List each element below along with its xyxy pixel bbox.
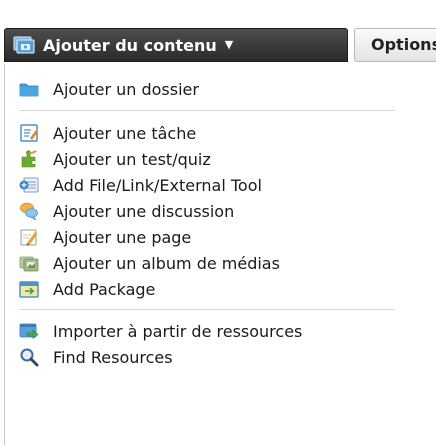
menu-item-find-resources[interactable]: Find Resources (5, 343, 435, 371)
menu-item-add-quiz[interactable]: Ajouter un test/quiz (5, 145, 435, 173)
menu-divider (19, 110, 395, 111)
assignment-icon (19, 123, 39, 143)
media-album-icon (19, 253, 39, 273)
menu-item-label: Add Package (53, 279, 156, 299)
page-edit-icon (19, 227, 39, 247)
menu-item-label: Find Resources (53, 347, 173, 367)
menu-item-label: Ajouter un test/quiz (53, 149, 211, 169)
menu-item-label: Ajouter un dossier (53, 79, 199, 99)
menu-item-label: Ajouter un album de médias (53, 253, 280, 273)
add-content-menu: Ajouter un dossier Ajouter une tâche Ajo… (4, 64, 436, 445)
quiz-puzzle-icon (19, 149, 39, 169)
menu-item-label: Importer à partir de ressources (53, 321, 303, 341)
folder-icon (19, 79, 39, 99)
page: Ajouter du contenu ▼ Options Ajouter un … (0, 0, 436, 445)
menu-item-import-resources[interactable]: Importer à partir de ressources (5, 317, 435, 345)
add-content-icon (13, 34, 35, 56)
chevron-down-icon: ▼ (224, 37, 234, 51)
menu-item-add-assignment[interactable]: Ajouter une tâche (5, 119, 435, 147)
magnifier-icon (19, 347, 39, 367)
menu-item-label: Add File/Link/External Tool (53, 175, 262, 195)
add-content-button[interactable]: Ajouter du contenu ▼ (4, 28, 348, 62)
discussion-bubbles-icon (19, 201, 39, 221)
menu-item-label: Ajouter une page (53, 227, 192, 247)
menu-item-add-package[interactable]: Add Package (5, 275, 435, 303)
menu-item-label: Ajouter une tâche (53, 123, 197, 143)
menu-item-add-discussion[interactable]: Ajouter une discussion (5, 197, 435, 225)
menu-item-add-folder[interactable]: Ajouter un dossier (5, 75, 435, 103)
add-content-label: Ajouter du contenu (43, 35, 217, 55)
menu-divider (19, 309, 395, 310)
package-icon (19, 279, 39, 299)
import-resources-icon (19, 321, 39, 341)
toolbar: Ajouter du contenu ▼ Options (0, 28, 436, 64)
menu-item-add-file-link[interactable]: Add File/Link/External Tool (5, 171, 435, 199)
file-link-icon (19, 175, 39, 195)
menu-item-label: Ajouter une discussion (53, 201, 235, 221)
options-button[interactable]: Options (354, 28, 436, 62)
menu-item-add-page[interactable]: Ajouter une page (5, 223, 435, 251)
menu-item-add-media-album[interactable]: Ajouter un album de médias (5, 249, 435, 277)
